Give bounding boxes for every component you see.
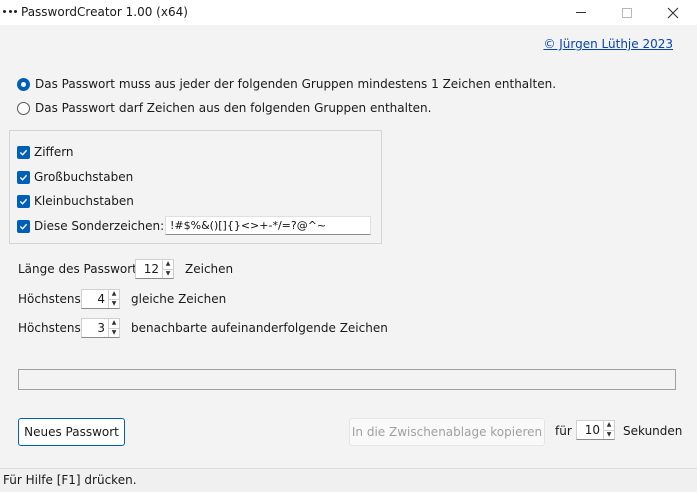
- radio-label: Das Passwort darf Zeichen aus den folgen…: [35, 101, 432, 115]
- spin-down-icon[interactable]: ▼: [604, 429, 614, 440]
- max-consecutive-spinner[interactable]: 3 ▲ ▼: [81, 318, 120, 338]
- checkbox-lowercase[interactable]: Kleinbuchstaben: [17, 194, 134, 208]
- new-password-button[interactable]: Neues Passwort: [18, 418, 125, 446]
- spin-up-icon[interactable]: ▲: [163, 260, 173, 269]
- title-bar[interactable]: PasswordCreator 1.00 (x64): [0, 0, 697, 25]
- length-label: Länge des Passworts:: [18, 262, 148, 276]
- checkbox-checked-icon[interactable]: [17, 219, 30, 233]
- max-same-suffix: gleiche Zeichen: [131, 292, 227, 306]
- special-characters-input[interactable]: !#$%&()[]{}<>+-*/=?@^~: [165, 216, 371, 235]
- close-button[interactable]: [650, 0, 696, 25]
- max-consecutive-suffix: benachbarte aufeinanderfolgende Zeichen: [131, 321, 388, 335]
- radio-must-contain[interactable]: Das Passwort muss aus jeder der folgende…: [17, 77, 556, 91]
- max-same-label: Höchstens: [18, 292, 81, 306]
- close-icon: [667, 7, 679, 18]
- spin-up-icon[interactable]: ▲: [604, 421, 614, 430]
- spin-down-icon[interactable]: ▼: [109, 327, 119, 338]
- length-spinner[interactable]: 12 ▲ ▼: [135, 259, 174, 279]
- radio-button-checked[interactable]: [17, 77, 30, 91]
- maximize-icon: [622, 7, 632, 18]
- checkbox-label: Kleinbuchstaben: [34, 194, 134, 208]
- main-panel: © Jürgen Lüthje 2023 Das Passwort muss a…: [0, 25, 697, 468]
- spin-up-icon[interactable]: ▲: [109, 319, 119, 328]
- app-menu-icon[interactable]: [3, 10, 17, 14]
- length-value[interactable]: 12: [136, 260, 162, 278]
- spin-down-icon[interactable]: ▼: [109, 298, 119, 309]
- spin-down-icon[interactable]: ▼: [163, 268, 173, 279]
- checkbox-label: Großbuchstaben: [34, 170, 134, 184]
- clipboard-timer-suffix: Sekunden: [623, 424, 683, 438]
- maximize-button[interactable]: [604, 0, 650, 25]
- checkbox-digits[interactable]: Ziffern: [17, 145, 74, 159]
- password-output-field[interactable]: [18, 369, 676, 390]
- max-consecutive-value[interactable]: 3: [82, 319, 108, 337]
- minimize-button[interactable]: [558, 0, 604, 25]
- checkbox-checked-icon[interactable]: [17, 194, 30, 208]
- checkbox-label: Ziffern: [34, 145, 74, 159]
- spin-up-icon[interactable]: ▲: [109, 290, 119, 299]
- clipboard-timer-value[interactable]: 10: [577, 421, 603, 439]
- checkbox-special[interactable]: Diese Sonderzeichen:: [17, 219, 164, 233]
- window-title: PasswordCreator 1.00 (x64): [21, 5, 188, 19]
- radio-label: Das Passwort muss aus jeder der folgende…: [35, 77, 557, 91]
- minimize-icon: [576, 12, 586, 13]
- clipboard-timer-prefix: für: [555, 424, 572, 438]
- radio-button[interactable]: [17, 101, 30, 115]
- checkbox-uppercase[interactable]: Großbuchstaben: [17, 170, 133, 184]
- checkbox-checked-icon[interactable]: [17, 170, 30, 184]
- length-suffix: Zeichen: [185, 262, 234, 276]
- copy-clipboard-button[interactable]: In die Zwischenablage kopieren: [349, 418, 545, 446]
- max-same-value[interactable]: 4: [82, 290, 108, 308]
- radio-may-contain[interactable]: Das Passwort darf Zeichen aus den folgen…: [17, 101, 431, 115]
- checkbox-label: Diese Sonderzeichen:: [34, 219, 165, 233]
- clipboard-timer-spinner[interactable]: 10 ▲ ▼: [576, 420, 615, 440]
- max-same-spinner[interactable]: 4 ▲ ▼: [81, 289, 120, 309]
- checkbox-checked-icon[interactable]: [17, 145, 30, 159]
- status-bar: Für Hilfe [F1] drücken.: [0, 468, 697, 492]
- max-consecutive-label: Höchstens: [18, 321, 81, 335]
- copyright-link[interactable]: © Jürgen Lüthje 2023: [543, 37, 673, 51]
